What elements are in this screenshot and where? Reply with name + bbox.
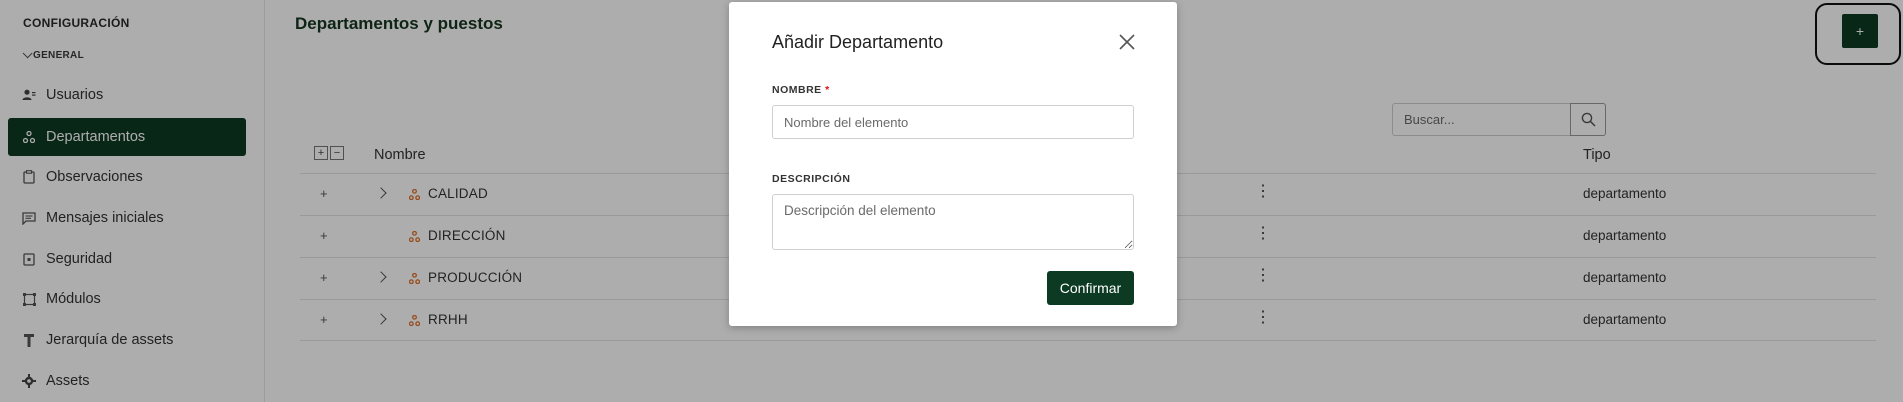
name-label: NOMBRE * [772, 84, 830, 96]
dialog-title: Añadir Departamento [772, 32, 944, 52]
close-icon [1119, 34, 1135, 50]
name-input[interactable] [772, 105, 1134, 139]
name-label-text: NOMBRE [772, 84, 822, 96]
description-label: DESCRIPCIÓN [772, 173, 851, 185]
confirm-button[interactable]: Confirmar [1047, 271, 1134, 305]
add-department-dialog: Añadir Departamento NOMBRE * DESCRIPCIÓN… [729, 2, 1177, 326]
close-button[interactable] [1117, 32, 1137, 52]
required-mark: * [825, 84, 830, 96]
description-textarea[interactable] [772, 194, 1134, 250]
